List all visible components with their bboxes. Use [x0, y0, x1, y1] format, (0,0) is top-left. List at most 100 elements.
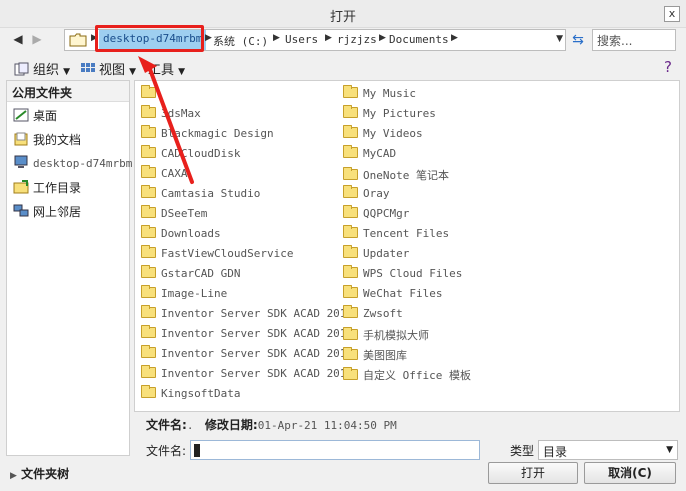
list-item[interactable]: GstarCAD GDN: [141, 265, 240, 285]
folder-up-icon[interactable]: [69, 33, 87, 47]
window-title: 打开: [329, 10, 356, 25]
address-dropdown-icon[interactable]: ▼: [556, 34, 563, 44]
crumb-separator[interactable]: ▶: [451, 33, 458, 43]
folder-icon: [343, 205, 358, 218]
filename-row: 文件名: 类型 目录 ▼: [0, 438, 686, 462]
list-item[interactable]: CADCloudDisk: [141, 145, 240, 165]
highlight-annotation: [95, 25, 204, 52]
refresh-icon[interactable]: ⇆: [568, 30, 588, 50]
folder-icon: [141, 265, 156, 278]
cancel-button[interactable]: 取消(C): [584, 462, 676, 484]
file-info-row: 文件名:. 修改日期:01-Apr-21 11:04:50 PM: [146, 416, 676, 434]
folder-icon: [343, 225, 358, 238]
list-item[interactable]: Oray: [343, 185, 390, 205]
organize-menu[interactable]: 组织 ▼: [14, 59, 70, 78]
list-item[interactable]: KingsoftData: [141, 385, 240, 405]
close-button[interactable]: x: [664, 6, 680, 22]
info-filename-value: .: [186, 419, 194, 432]
folder-icon: [343, 85, 358, 98]
type-value: 目录: [543, 445, 568, 459]
info-modified-value: 01-Apr-21 11:04:50 PM: [257, 419, 397, 432]
list-item[interactable]: WeChat Files: [343, 285, 442, 305]
footer-row: ▶ 文件夹树 打开 取消(C): [0, 462, 686, 486]
folder-icon: [141, 205, 156, 218]
crumb-separator[interactable]: ▶: [205, 33, 212, 43]
list-item[interactable]: QQPCMgr: [343, 205, 409, 225]
chevron-down-icon: ▼: [129, 67, 137, 77]
list-item[interactable]: Zwsoft: [343, 305, 403, 325]
filename-label: 文件名:: [146, 444, 187, 458]
workdir-icon: [13, 180, 29, 194]
list-item[interactable]: 自定义 Office 模板: [343, 367, 471, 385]
crumb-user[interactable]: rjzjzs: [337, 33, 377, 46]
folder-icon: [141, 285, 156, 298]
folder-icon: [343, 265, 358, 278]
crumb-users[interactable]: Users: [285, 33, 318, 46]
list-item[interactable]: OneNote 笔记本: [343, 167, 449, 185]
list-item[interactable]: 手机模拟大师: [343, 327, 429, 345]
list-item[interactable]: Camtasia Studio: [141, 185, 260, 205]
tools-menu[interactable]: 工具 ▼: [148, 59, 185, 78]
crumb-drive[interactable]: 系统 (C:): [213, 33, 268, 49]
info-modified-label: 修改日期:: [204, 418, 258, 432]
list-item[interactable]: Updater: [343, 245, 409, 265]
list-item[interactable]: [141, 85, 161, 105]
info-filename-label: 文件名:: [146, 418, 187, 432]
folder-icon: [343, 347, 358, 360]
chevron-down-icon: ▼: [666, 445, 673, 455]
crumb-separator[interactable]: ▶: [273, 33, 280, 43]
sidebar-item-network[interactable]: 网上邻居: [13, 203, 81, 223]
forward-button[interactable]: ▶: [29, 31, 45, 47]
folder-icon: [141, 85, 156, 98]
list-item[interactable]: MyCAD: [343, 145, 396, 165]
folder-icon: [141, 105, 156, 118]
sidebar-item-desktop[interactable]: 桌面: [13, 107, 57, 127]
open-button[interactable]: 打开: [488, 462, 578, 484]
crumb-documents[interactable]: Documents: [389, 33, 449, 46]
list-item[interactable]: My Videos: [343, 125, 423, 145]
crumb-separator[interactable]: ▶: [325, 33, 332, 43]
sidebar-item-workdir[interactable]: 工作目录: [13, 179, 81, 199]
folder-icon: [343, 105, 358, 118]
documents-icon: [14, 132, 28, 146]
back-button[interactable]: ◀: [10, 31, 26, 47]
list-item[interactable]: DSeeTem: [141, 205, 207, 225]
sidebar-item-computer[interactable]: desktop-d74mrbm: [13, 155, 132, 175]
chevron-down-icon: ▼: [63, 67, 71, 77]
folder-tree-label: 文件夹树: [21, 467, 70, 481]
list-item[interactable]: Inventor Server SDK ACAD 2017: [141, 345, 353, 365]
list-item[interactable]: CAXA: [141, 165, 188, 185]
list-item[interactable]: Inventor Server SDK ACAD 2018: [141, 365, 353, 385]
list-item[interactable]: Blackmagic Design: [141, 125, 274, 145]
list-item[interactable]: Downloads: [141, 225, 221, 245]
type-select[interactable]: 目录 ▼: [538, 440, 678, 460]
list-item[interactable]: Inventor Server SDK ACAD 2015: [141, 305, 353, 325]
filename-input[interactable]: [190, 440, 480, 460]
list-item[interactable]: Image-Line: [141, 285, 227, 305]
folder-icon: [343, 245, 358, 258]
folder-tree-toggle[interactable]: ▶ 文件夹树: [10, 465, 69, 482]
list-item[interactable]: Tencent Files: [343, 225, 449, 245]
desktop-icon: [13, 108, 29, 122]
folder-icon: [343, 185, 358, 198]
title-bar: 打开 x: [0, 0, 686, 28]
folder-icon: [343, 327, 358, 340]
sidebar-heading: 公用文件夹: [7, 81, 129, 102]
folder-icon: [343, 125, 358, 138]
list-item[interactable]: My Pictures: [343, 105, 436, 125]
folder-icon: [141, 305, 156, 318]
folder-icon: [343, 305, 358, 318]
search-input[interactable]: 搜索...: [592, 29, 676, 51]
list-item[interactable]: FastViewCloudService: [141, 245, 293, 265]
sidebar-item-documents[interactable]: 我的文档: [13, 131, 81, 151]
list-item[interactable]: My Music: [343, 85, 416, 105]
list-item[interactable]: WPS Cloud Files: [343, 265, 462, 285]
crumb-separator[interactable]: ▶: [379, 33, 386, 43]
list-item[interactable]: 3dsMax: [141, 105, 201, 125]
help-icon[interactable]: ?: [664, 58, 672, 76]
list-item[interactable]: Inventor Server SDK ACAD 2016: [141, 325, 353, 345]
network-icon: [13, 204, 29, 217]
expand-arrow-icon: ▶: [10, 471, 17, 481]
view-menu[interactable]: 视图 ▼: [80, 59, 136, 78]
list-item[interactable]: 美图图库: [343, 347, 407, 365]
